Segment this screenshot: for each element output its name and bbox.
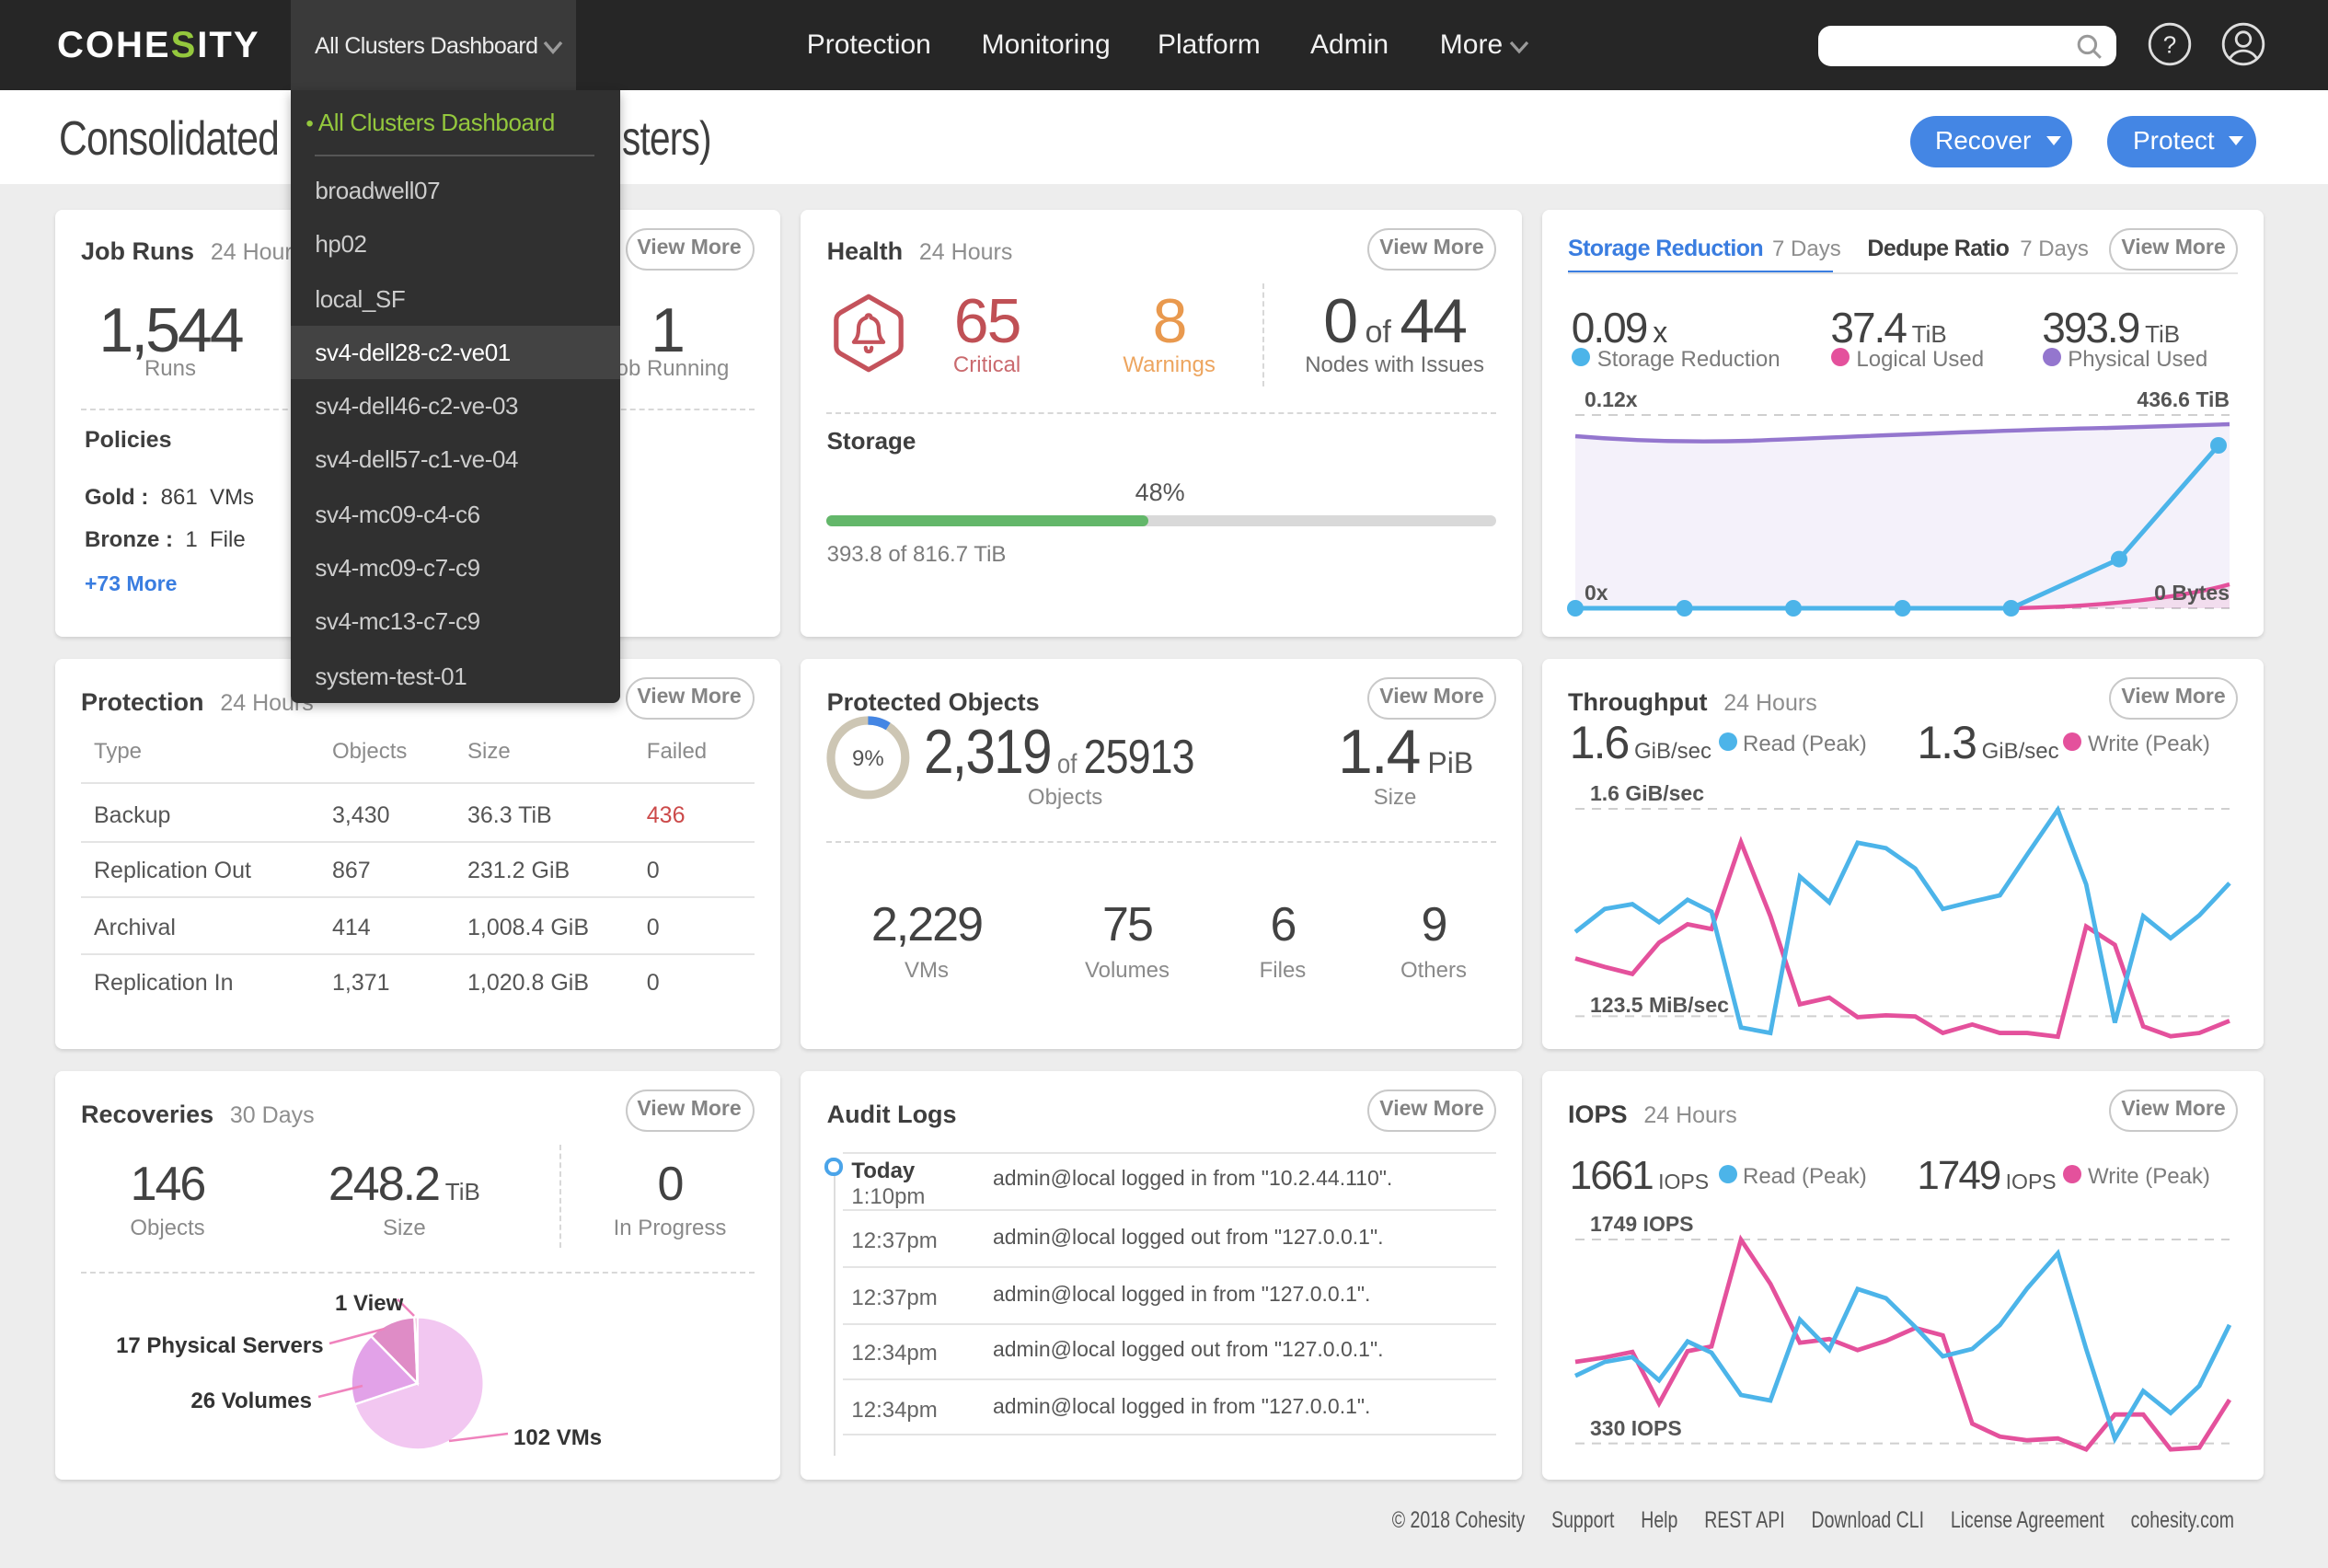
svg-text:9%: 9% xyxy=(851,747,883,772)
svg-text:?: ? xyxy=(2164,30,2177,58)
